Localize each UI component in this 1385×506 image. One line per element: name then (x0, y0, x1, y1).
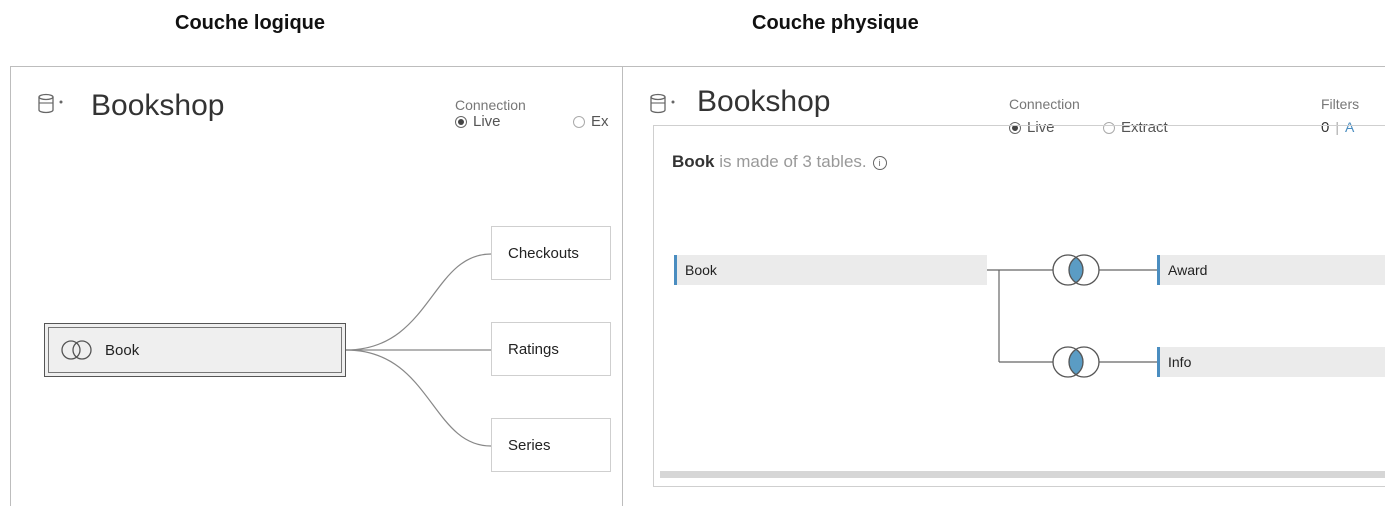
horizontal-scrollbar[interactable] (660, 471, 1385, 478)
logical-table-label: Ratings (508, 340, 559, 358)
noodle-checkouts (345, 253, 492, 351)
logical-table-series[interactable]: Series (491, 418, 611, 472)
datasource-dropdown-icon[interactable] (649, 93, 681, 115)
noodle-series (345, 349, 492, 447)
venn-icon (61, 340, 92, 360)
physical-table-info[interactable]: Info (1157, 347, 1385, 377)
logical-layer-panel: Bookshop Connection Live Ex Book Checkou… (10, 66, 623, 506)
physical-join-canvas: Book is made of 3 tables. i Book Award I… (653, 125, 1385, 487)
logical-table-checkouts[interactable]: Checkouts (491, 226, 611, 280)
logical-table-label: Series (508, 436, 551, 454)
physical-layer-panel: Bookshop Connection Live Extract Filters… (622, 66, 1385, 506)
inner-join-icon[interactable] (1051, 253, 1101, 287)
logical-layer-heading: Couche logique (175, 12, 325, 34)
physical-layer-heading: Couche physique (752, 12, 919, 34)
logical-table-book[interactable]: Book (44, 323, 346, 377)
physical-table-label: Award (1168, 262, 1208, 278)
physical-table-label: Book (685, 262, 717, 278)
physical-table-label: Info (1168, 354, 1192, 370)
datasource-title[interactable]: Bookshop (697, 85, 830, 119)
join-lines (987, 269, 1157, 363)
physical-table-award[interactable]: Award (1157, 255, 1385, 285)
logical-table-ratings[interactable]: Ratings (491, 322, 611, 376)
logical-table-label: Checkouts (508, 244, 579, 262)
connection-label: Connection (1009, 96, 1080, 112)
inner-join-icon[interactable] (1051, 345, 1101, 379)
logical-table-label: Book (105, 341, 140, 359)
filters-label: Filters (1321, 96, 1360, 112)
physical-table-book[interactable]: Book (674, 255, 987, 285)
